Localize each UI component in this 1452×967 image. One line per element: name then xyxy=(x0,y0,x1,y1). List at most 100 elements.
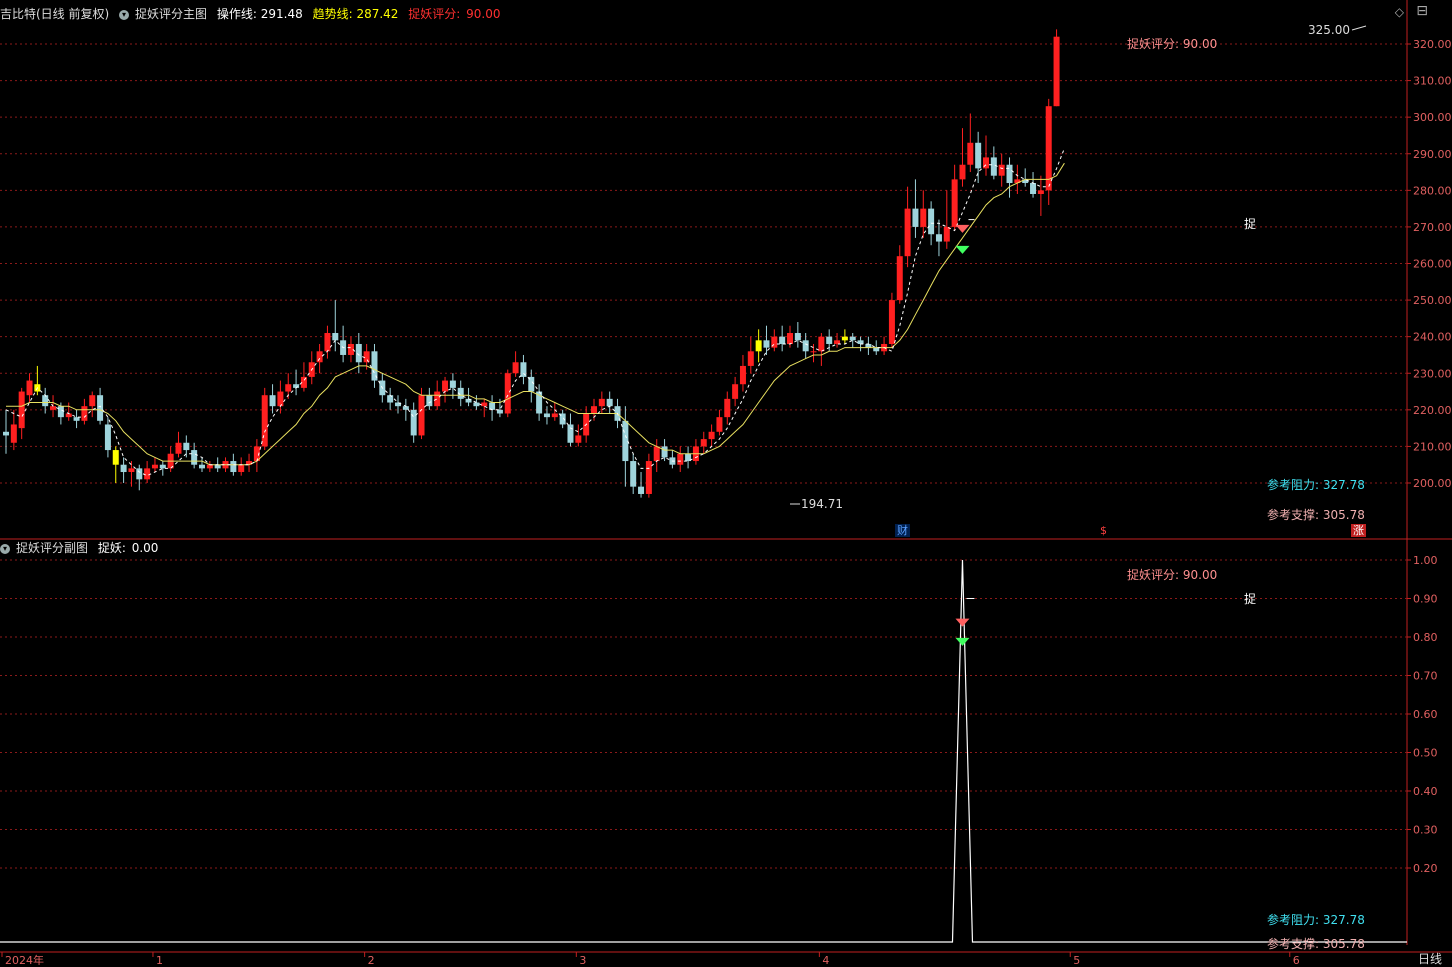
event-limit-up-tag[interactable]: 涨 xyxy=(1351,524,1366,537)
score-value: 90.00 xyxy=(466,7,501,21)
main-y-tick-label: 220.00 xyxy=(1413,404,1452,417)
candle-body xyxy=(794,333,801,341)
candle-body xyxy=(818,336,825,352)
indicator-menu-icon[interactable]: ▾ xyxy=(119,9,130,20)
candle-body xyxy=(206,464,213,469)
candle-body xyxy=(504,373,511,414)
candle-body xyxy=(112,450,119,465)
candle-body xyxy=(920,208,927,227)
resist-label: 参考阻力: xyxy=(1267,478,1323,492)
candle-body xyxy=(81,406,88,421)
candle-body xyxy=(677,453,684,465)
candle-body xyxy=(810,351,817,353)
support-value: 305.78 xyxy=(1322,508,1365,522)
candle-body xyxy=(606,398,613,407)
x-tick-label: 5 xyxy=(1073,954,1080,965)
candle-body xyxy=(661,446,668,458)
candle-body xyxy=(89,395,96,407)
candle-body xyxy=(363,351,370,363)
sub-support-label: 参考支撑: xyxy=(1267,937,1323,951)
sub-indicator-name[interactable]: 捉妖评分副图 xyxy=(16,541,88,555)
candle-body xyxy=(543,413,550,418)
candle-body xyxy=(473,402,480,407)
x-tick-label: 2024年 xyxy=(5,953,44,965)
sub-score-annotation: 捉妖评分: 90.00 xyxy=(1127,568,1218,582)
candle-body xyxy=(724,398,731,418)
sub-support-value: 305.78 xyxy=(1322,937,1365,951)
candle-body xyxy=(849,336,856,341)
sub-y-tick-label: 1.00 xyxy=(1413,554,1438,567)
candle-body xyxy=(755,340,762,352)
candle-body xyxy=(708,431,715,440)
candle-body xyxy=(73,417,80,421)
candle-body xyxy=(873,347,880,352)
candle-body xyxy=(128,468,135,473)
main-signal-char: 捉 xyxy=(1244,217,1257,231)
candle-body xyxy=(1045,106,1052,191)
candle-body xyxy=(159,464,166,469)
candle-body xyxy=(591,406,597,414)
score-label: 捉妖评分: xyxy=(408,7,461,21)
candle-body xyxy=(888,300,895,344)
candle-body xyxy=(998,164,1005,176)
candle-body xyxy=(434,391,441,407)
candle-body xyxy=(1037,190,1044,194)
candle-body xyxy=(238,464,245,473)
sub-indicator-menu-icon[interactable]: ▾ xyxy=(0,543,10,554)
candle-body xyxy=(426,395,433,407)
main-indicator-name[interactable]: 捉妖评分主图 xyxy=(135,7,207,21)
candle-body xyxy=(645,461,652,494)
period-label[interactable]: 日线 xyxy=(1418,950,1442,967)
main-score-annotation: 捉妖评分: 90.00 xyxy=(1127,37,1218,51)
trend-line xyxy=(6,162,1065,466)
main-y-tick-label: 290.00 xyxy=(1413,148,1452,161)
collapse-icon[interactable]: ⊟ xyxy=(1416,3,1428,19)
candle-body xyxy=(230,461,237,473)
main-y-tick-label: 210.00 xyxy=(1413,440,1452,453)
diamond-icon[interactable]: ◇ xyxy=(1395,5,1404,19)
candle-body xyxy=(3,431,9,436)
candle-body xyxy=(747,351,754,366)
candle-body xyxy=(739,365,746,385)
sub-y-tick-label: 0.60 xyxy=(1413,708,1438,721)
event-financial-tag[interactable]: 财 xyxy=(895,524,910,537)
candle-body xyxy=(410,409,417,436)
candle-body xyxy=(355,343,362,363)
candle-body xyxy=(700,439,707,447)
signal-green-diamond xyxy=(955,245,970,254)
candle-body xyxy=(324,333,331,352)
candle-body xyxy=(834,340,841,344)
candle-body xyxy=(802,340,809,352)
sub-value-label: 捉妖: xyxy=(97,541,126,555)
op-line xyxy=(5,148,1065,477)
chart-canvas[interactable]: 320.00310.00300.00290.00280.00270.00260.… xyxy=(0,0,1452,965)
candle-body xyxy=(26,380,33,396)
candle-body xyxy=(104,424,111,451)
sub-value: 0.00 xyxy=(131,541,159,555)
candle-body xyxy=(512,362,519,374)
candle-body xyxy=(489,402,496,410)
sub-y-tick-label: 0.30 xyxy=(1413,824,1438,837)
candle-body xyxy=(1006,164,1013,184)
x-tick-label: 3 xyxy=(579,954,586,965)
high-price-marker: 325.00 xyxy=(1308,23,1350,37)
main-y-tick-label: 270.00 xyxy=(1413,221,1452,234)
candle-body xyxy=(575,435,582,443)
candle-body xyxy=(442,380,449,392)
event-dividend-tag[interactable]: $ xyxy=(1098,524,1109,537)
sub-signal-char: 捉 xyxy=(1244,592,1257,606)
candle-body xyxy=(912,208,919,227)
candle-body xyxy=(967,142,974,165)
candle-body xyxy=(975,142,982,169)
candle-body xyxy=(199,464,205,469)
main-support: 参考支撑: 305.78 xyxy=(1267,506,1365,523)
stock-title: 吉比特(日线 前复权) xyxy=(0,7,110,21)
chart-stage: 320.00 310.00 300.00 290.00 280.00 270.00 260.… xyxy=(0,0,1452,967)
candle-body xyxy=(716,417,723,432)
main-y-tick-label: 230.00 xyxy=(1413,367,1452,380)
sub-y-tick-label: 0.80 xyxy=(1413,631,1438,644)
support-label: 参考支撑: xyxy=(1267,508,1323,522)
candle-body xyxy=(183,442,190,451)
trend-value: 287.42 xyxy=(356,7,399,21)
resist-value: 327.78 xyxy=(1322,478,1365,492)
